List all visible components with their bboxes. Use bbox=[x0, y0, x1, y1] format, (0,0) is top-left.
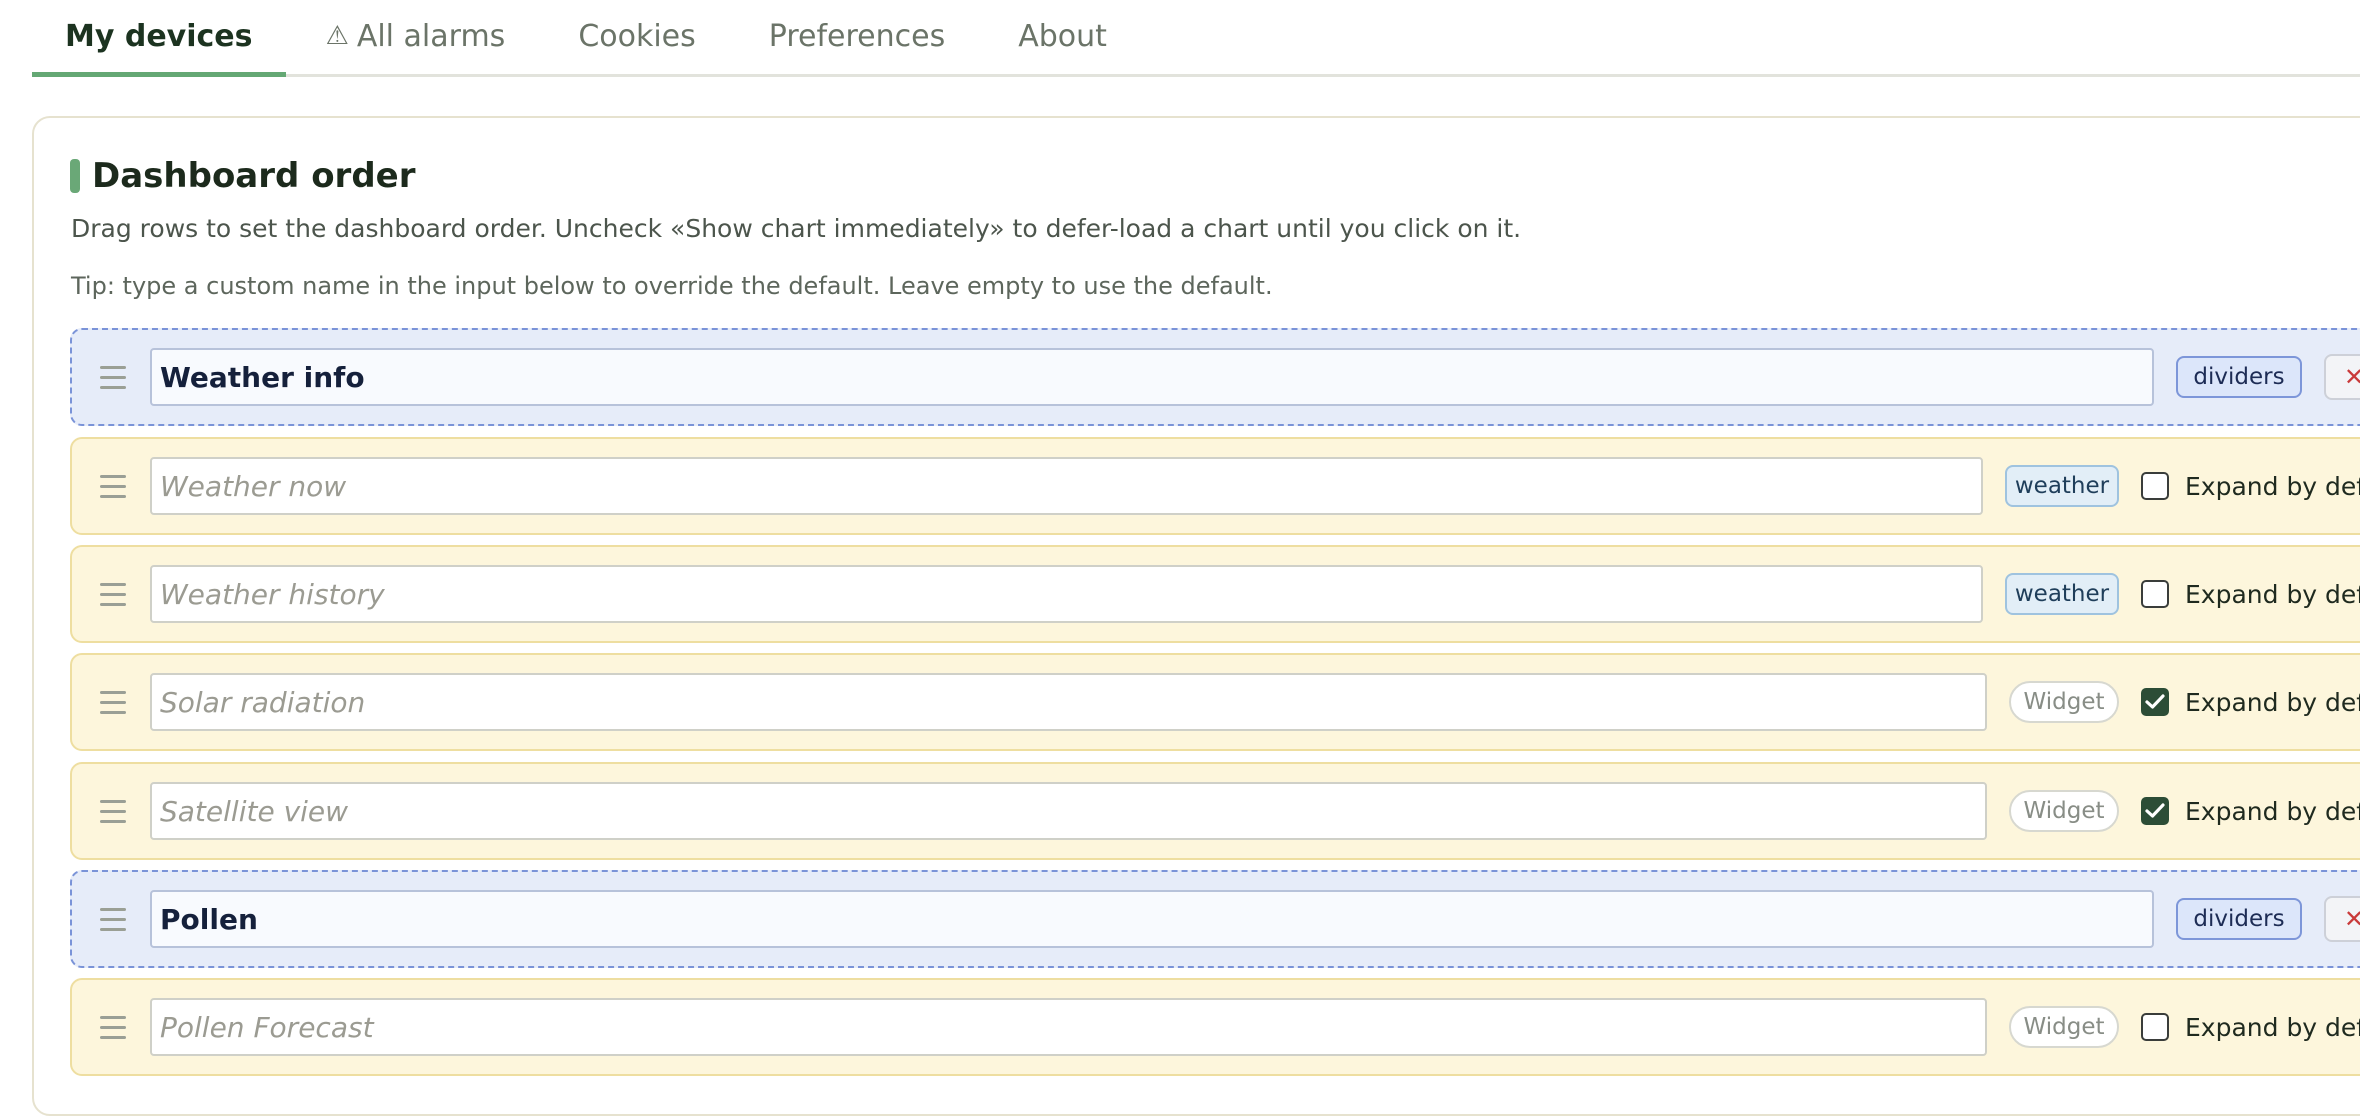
drag-handle-icon[interactable] bbox=[100, 582, 126, 606]
warning-icon: ⚠ bbox=[325, 21, 349, 51]
drag-handle-icon[interactable] bbox=[100, 474, 126, 498]
widget-name-input[interactable] bbox=[150, 673, 1987, 731]
widget-tag: Widget bbox=[2009, 790, 2119, 832]
expand-checkbox-wrap[interactable]: Expand by default bbox=[2141, 797, 2360, 826]
drag-handle-icon[interactable] bbox=[100, 799, 126, 823]
widget-row[interactable]: weather Expand by default bbox=[70, 437, 2360, 535]
section-accent-bar bbox=[70, 159, 80, 193]
drag-handle-icon[interactable] bbox=[100, 907, 126, 931]
remove-divider-button[interactable]: ✕ bbox=[2324, 354, 2360, 400]
tab-about[interactable]: About bbox=[985, 0, 1140, 77]
tab-label: All alarms bbox=[356, 18, 506, 54]
widget-row[interactable]: Widget Expand by default bbox=[70, 653, 2360, 751]
drag-handle-icon[interactable] bbox=[100, 365, 126, 389]
expand-checkbox-label: Expand by default bbox=[2185, 687, 2360, 717]
tab-all-alarms[interactable]: ⚠ All alarms bbox=[293, 0, 539, 77]
checkmark-icon bbox=[2145, 803, 2165, 818]
expand-checkbox-label: Expand by default bbox=[2185, 1012, 2360, 1042]
widget-tag: Widget bbox=[2009, 1006, 2119, 1048]
widget-tag: Widget bbox=[2009, 681, 2119, 723]
expand-checkbox-wrap[interactable]: Expand by default bbox=[2141, 472, 2360, 501]
divider-row[interactable]: dividers ✕ bbox=[70, 328, 2360, 426]
expand-checkbox-wrap[interactable]: Expand by default bbox=[2141, 1013, 2360, 1042]
tab-bar: My devices ⚠ All alarms Cookies Preferen… bbox=[32, 0, 2360, 77]
drag-handle-icon[interactable] bbox=[100, 690, 126, 714]
tab-my-devices[interactable]: My devices bbox=[32, 0, 286, 77]
remove-divider-button[interactable]: ✕ bbox=[2324, 896, 2360, 942]
divider-name-input[interactable] bbox=[150, 348, 2154, 406]
expand-checkbox[interactable] bbox=[2141, 472, 2169, 500]
tab-cookies[interactable]: Cookies bbox=[545, 0, 728, 77]
section-title: Dashboard order bbox=[70, 156, 415, 196]
widget-name-input[interactable] bbox=[150, 998, 1987, 1056]
widget-row[interactable]: Widget Expand by default bbox=[70, 978, 2360, 1076]
drag-handle-icon[interactable] bbox=[100, 1015, 126, 1039]
expand-checkbox[interactable] bbox=[2141, 797, 2169, 825]
divider-name-input[interactable] bbox=[150, 890, 2154, 948]
expand-checkbox-label: Expand by default bbox=[2185, 796, 2360, 826]
tab-label: Preferences bbox=[768, 18, 946, 54]
expand-checkbox[interactable] bbox=[2141, 580, 2169, 608]
widget-name-input[interactable] bbox=[150, 457, 1983, 515]
checkmark-icon bbox=[2145, 694, 2165, 709]
expand-checkbox-wrap[interactable]: Expand by default bbox=[2141, 688, 2360, 717]
expand-checkbox-label: Expand by default bbox=[2185, 471, 2360, 501]
divider-row[interactable]: dividers ✕ bbox=[70, 870, 2360, 968]
widget-row[interactable]: weather Expand by default bbox=[70, 545, 2360, 643]
dividers-tag: dividers bbox=[2176, 356, 2302, 398]
section-tip: Tip: type a custom name in the input bel… bbox=[71, 272, 1273, 300]
weather-tag: weather bbox=[2005, 465, 2119, 507]
expand-checkbox-label: Expand by default bbox=[2185, 579, 2360, 609]
tab-label: About bbox=[1018, 18, 1107, 54]
tab-label: Cookies bbox=[578, 18, 696, 54]
expand-checkbox[interactable] bbox=[2141, 688, 2169, 716]
tab-preferences[interactable]: Preferences bbox=[736, 0, 978, 77]
widget-name-input[interactable] bbox=[150, 565, 1983, 623]
widget-row[interactable]: Widget Expand by default bbox=[70, 762, 2360, 860]
close-icon: ✕ bbox=[2343, 363, 2360, 391]
close-icon: ✕ bbox=[2343, 905, 2360, 933]
weather-tag: weather bbox=[2005, 573, 2119, 615]
dividers-tag: dividers bbox=[2176, 898, 2302, 940]
dashboard-order-panel: Dashboard order Drag rows to set the das… bbox=[32, 116, 2360, 1116]
section-description: Drag rows to set the dashboard order. Un… bbox=[71, 214, 1522, 243]
expand-checkbox-wrap[interactable]: Expand by default bbox=[2141, 580, 2360, 609]
section-title-text: Dashboard order bbox=[92, 156, 416, 196]
widget-name-input[interactable] bbox=[150, 782, 1987, 840]
tab-label: My devices bbox=[65, 18, 253, 54]
expand-checkbox[interactable] bbox=[2141, 1013, 2169, 1041]
